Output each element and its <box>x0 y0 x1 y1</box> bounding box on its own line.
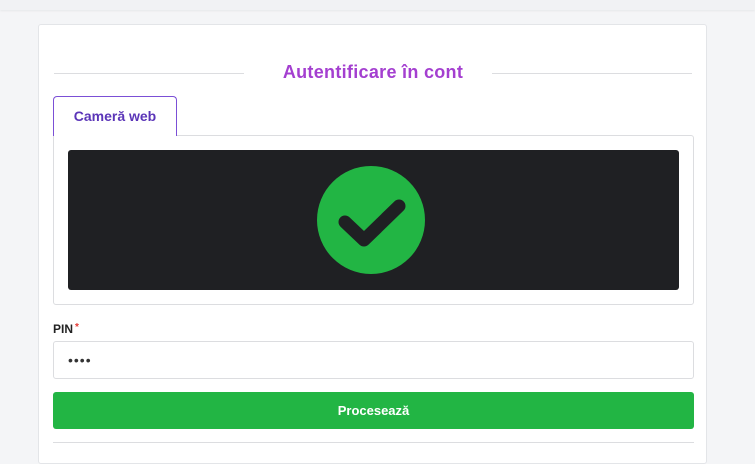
bottom-divider <box>53 442 694 443</box>
pin-label: PIN * <box>53 322 79 336</box>
required-marker: * <box>75 322 79 333</box>
tab-webcam[interactable]: Cameră web <box>53 96 177 136</box>
check-circle-background <box>317 166 425 274</box>
webcam-preview <box>68 150 679 290</box>
login-card: Autentificare în cont Cameră web PIN* Pr… <box>38 24 707 464</box>
pin-input[interactable] <box>53 341 694 379</box>
webcam-panel <box>53 135 694 305</box>
top-bar <box>0 0 755 10</box>
title-divider-right <box>492 73 692 74</box>
process-button[interactable]: Procesează <box>53 392 694 429</box>
pin-label-text: PIN <box>53 322 74 336</box>
check-circle-icon <box>317 166 425 274</box>
login-header: Autentificare în cont <box>54 61 692 85</box>
